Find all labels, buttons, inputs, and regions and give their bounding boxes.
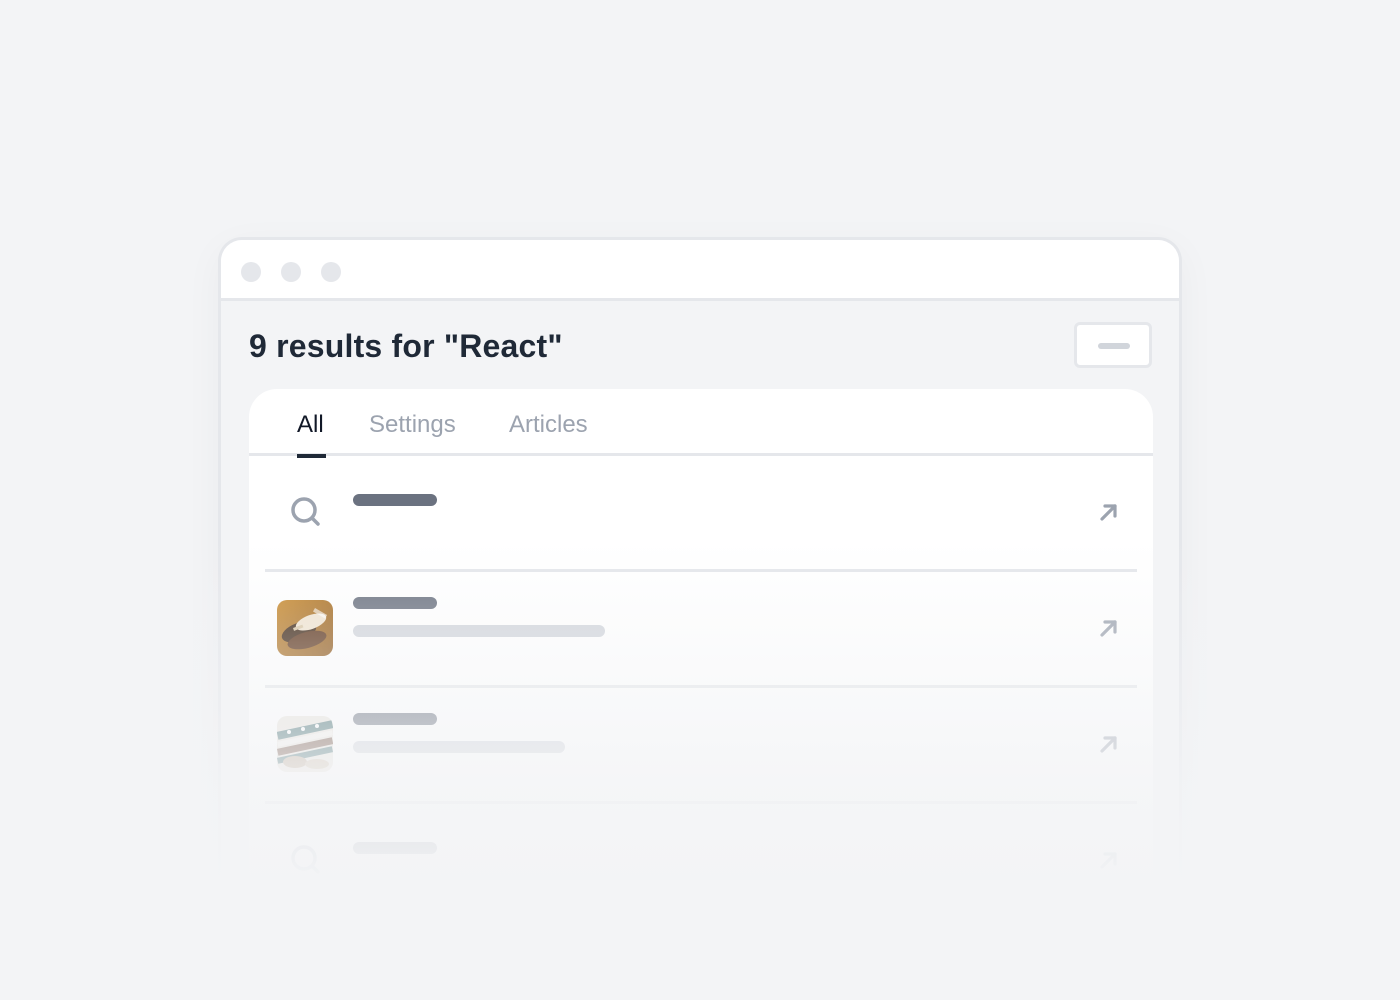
arrow-up-right-icon[interactable] (1097, 616, 1121, 640)
result-item-product[interactable] (265, 688, 1137, 801)
tab-all[interactable]: All (297, 407, 326, 458)
window-close-dot[interactable] (241, 262, 261, 282)
result-title-placeholder (353, 713, 437, 725)
result-subtitle-placeholder (353, 741, 565, 753)
product-thumbnail-sweater (277, 716, 333, 772)
result-title-placeholder (353, 597, 437, 609)
result-item-product[interactable] (265, 572, 1137, 685)
results-panel: All Settings Articles (249, 389, 1153, 937)
results-heading: 9 results for "React" (249, 328, 563, 364)
product-thumbnail-shoes (277, 600, 333, 656)
window-titlebar (221, 240, 1179, 301)
tab-articles[interactable]: Articles (509, 407, 588, 443)
app-window: 9 results for "React" All Settings Artic… (218, 237, 1182, 937)
window-minimize-dot[interactable] (281, 262, 301, 282)
window-maximize-dot[interactable] (321, 262, 341, 282)
result-item-search[interactable] (265, 456, 1137, 569)
result-title-placeholder (353, 842, 437, 854)
result-subtitle-placeholder (353, 625, 605, 637)
header-action-button[interactable] (1074, 322, 1152, 368)
arrow-up-right-icon[interactable] (1097, 848, 1121, 872)
action-button-placeholder (1098, 343, 1130, 349)
arrow-up-right-icon[interactable] (1097, 732, 1121, 756)
tab-settings[interactable]: Settings (369, 407, 456, 443)
result-item-search[interactable] (265, 804, 1137, 917)
results-tabs: All Settings Articles (249, 389, 1153, 458)
search-icon (291, 497, 320, 526)
search-icon (291, 845, 320, 874)
result-title-placeholder (353, 494, 437, 506)
arrow-up-right-icon[interactable] (1097, 500, 1121, 524)
